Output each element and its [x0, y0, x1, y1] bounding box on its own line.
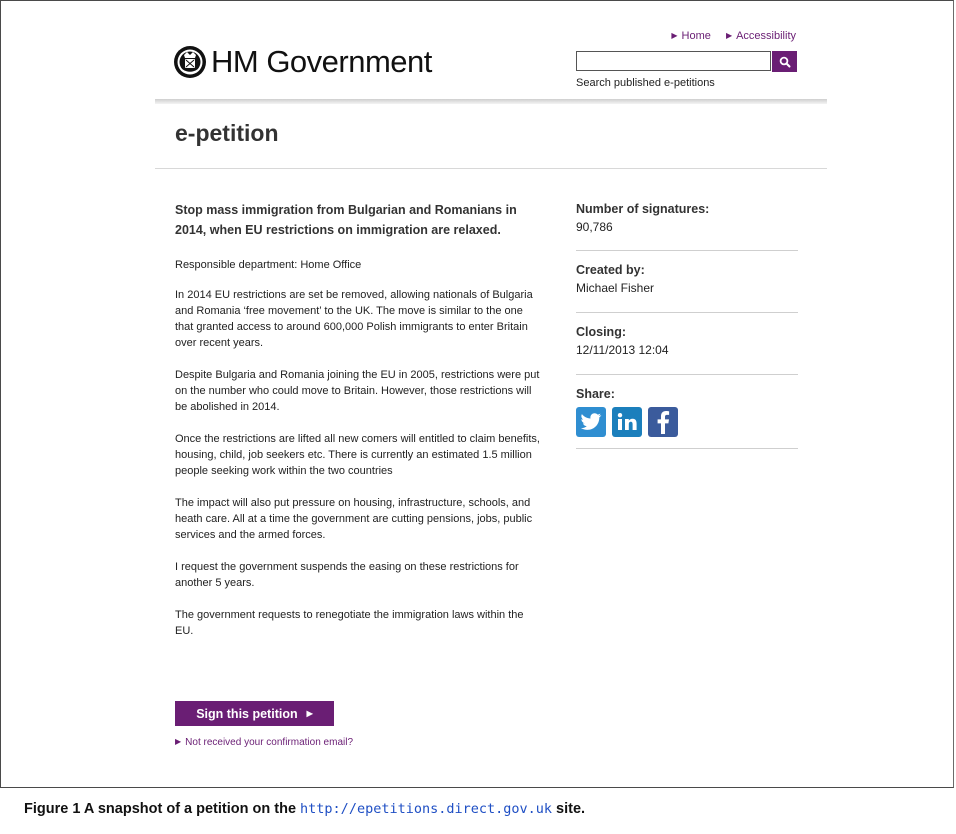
search-input[interactable]: [576, 51, 771, 71]
search-caption: Search published e-petitions: [576, 77, 715, 89]
home-link-label: Home: [681, 30, 711, 42]
accessibility-link[interactable]: ▶ Accessibility: [726, 30, 796, 42]
triangle-right-icon: ▶: [306, 709, 313, 718]
sign-petition-label: Sign this petition: [196, 706, 298, 721]
caption-suffix: site.: [556, 801, 586, 817]
hm-government-logo[interactable]: HM Government: [173, 42, 432, 82]
search-button[interactable]: [772, 51, 797, 72]
top-navigation: ▶ Home ▶ Accessibility: [659, 30, 796, 42]
confirmation-email-link[interactable]: ▶ Not received your confirmation email?: [175, 737, 353, 748]
share-icons: [576, 407, 798, 437]
share-block: Share:: [576, 375, 798, 449]
created-by-block: Created by: Michael Fisher: [576, 251, 798, 313]
petition-paragraph: Once the restrictions are lifted all new…: [175, 433, 540, 477]
created-by-value: Michael Fisher: [576, 281, 655, 295]
caption-prefix: Figure 1 A snapshot of a petition on the: [24, 801, 297, 817]
sign-petition-button[interactable]: Sign this petition ▶: [175, 701, 334, 726]
triangle-right-icon: ▶: [671, 31, 678, 40]
petition-paragraph: Despite Bulgaria and Romania joining the…: [175, 369, 540, 413]
petition-paragraph: I request the government suspends the ea…: [175, 561, 519, 589]
signatures-label: Number of signatures:: [576, 202, 710, 216]
responsible-department: Responsible department: Home Office: [175, 259, 362, 271]
closing-value: 12/11/2013 12:04: [576, 343, 669, 357]
royal-crest-icon: [174, 46, 206, 78]
petition-paragraph: The impact will also put pressure on hou…: [175, 497, 533, 541]
signatures-block: Number of signatures: 90,786: [576, 200, 798, 251]
share-label: Share:: [576, 387, 615, 401]
petition-body: Stop mass immigration from Bulgarian and…: [175, 200, 540, 655]
petition-sidebar: Number of signatures: 90,786 Created by:…: [576, 200, 798, 449]
petition-paragraph: The government requests to renegotiate t…: [175, 609, 524, 637]
triangle-right-icon: ▶: [175, 737, 182, 746]
logo-text: HM Government: [211, 44, 432, 79]
figure-caption: Figure 1 A snapshot of a petition on the…: [24, 801, 585, 817]
triangle-right-icon: ▶: [725, 31, 733, 40]
signatures-count: 90,786: [576, 220, 613, 234]
page-title: e-petition: [175, 120, 279, 146]
twitter-icon[interactable]: [576, 407, 606, 437]
created-by-label: Created by:: [576, 263, 645, 277]
linkedin-icon[interactable]: [612, 407, 642, 437]
page: HM Government ▶ Home ▶ Accessibility Searc…: [155, 0, 827, 788]
petition-heading: Stop mass immigration from Bulgarian and…: [175, 203, 517, 237]
caption-url-link[interactable]: http://epetitions.direct.gov.uk: [300, 801, 552, 817]
facebook-icon[interactable]: [648, 407, 678, 437]
home-link[interactable]: ▶ Home: [671, 30, 711, 42]
confirmation-email-label: Not received your confirmation email?: [185, 737, 354, 748]
closing-label: Closing:: [576, 325, 626, 339]
header-divider: [155, 99, 827, 104]
petition-paragraph: In 2014 EU restrictions are set be remov…: [175, 289, 533, 349]
search-bar: [576, 51, 797, 73]
closing-block: Closing: 12/11/2013 12:04: [576, 313, 798, 375]
search-icon: [779, 56, 790, 67]
title-divider: [155, 168, 827, 169]
accessibility-link-label: Accessibility: [736, 30, 796, 42]
